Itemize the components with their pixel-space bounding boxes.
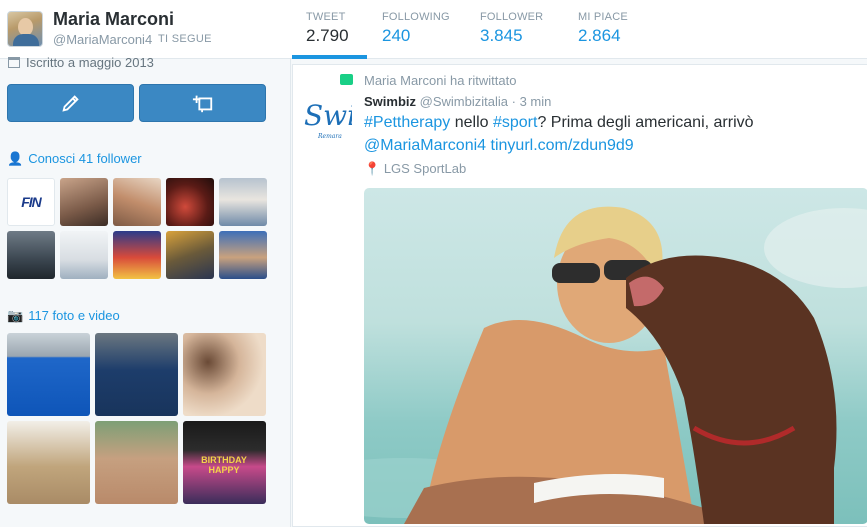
profile-name[interactable]: Maria Marconi bbox=[53, 9, 174, 30]
profile-actions bbox=[7, 84, 266, 122]
user-icon: 👤 bbox=[7, 151, 24, 166]
followers-you-know-link[interactable]: 👤 Conosci 41 follower bbox=[7, 151, 142, 167]
media-grid: BIRTHDAY HAPPY bbox=[7, 333, 266, 504]
stat-value: 2.790 bbox=[306, 26, 349, 45]
follower-thumb[interactable] bbox=[113, 178, 161, 226]
followers-you-know-title: Conosci 41 follower bbox=[28, 151, 142, 166]
follower-thumb[interactable] bbox=[166, 231, 214, 279]
stat-value: 3.845 bbox=[480, 26, 523, 45]
hashtag-link[interactable]: #sport bbox=[493, 114, 537, 131]
swimbiz-logo-text: Swi bbox=[304, 99, 352, 132]
retweet-icon bbox=[340, 74, 353, 85]
media-thumb[interactable] bbox=[95, 421, 178, 504]
tweet-separator: · bbox=[511, 94, 516, 109]
stat-following[interactable]: FOLLOWING 240 bbox=[382, 0, 467, 59]
direct-message-icon bbox=[192, 95, 212, 113]
stat-followers[interactable]: FOLLOWER 3.845 bbox=[480, 0, 565, 59]
profile-stats-nav: TWEET 2.790 FOLLOWING 240 FOLLOWER 3.845… bbox=[292, 0, 663, 59]
stat-label: FOLLOWER bbox=[480, 11, 544, 23]
mention-link[interactable]: @MariaMarconi4 bbox=[364, 137, 486, 154]
tweet-author-handle[interactable]: @Swimbizitalia bbox=[420, 94, 508, 109]
stat-label: TWEET bbox=[306, 11, 346, 23]
follows-you-badge: TI SEGUE bbox=[158, 33, 212, 45]
tweet-text-part: nello bbox=[450, 114, 493, 131]
tweet-location-text: LGS SportLab bbox=[383, 161, 467, 176]
follower-thumb[interactable] bbox=[113, 231, 161, 279]
photos-videos-title: 117 foto e video bbox=[28, 308, 120, 323]
swimbiz-logo-subtext: Remara bbox=[318, 133, 342, 140]
stat-label: MI PIACE bbox=[578, 11, 628, 23]
tweet-author-name[interactable]: Swimbiz bbox=[364, 94, 416, 109]
media-thumb[interactable] bbox=[7, 421, 90, 504]
stat-likes[interactable]: MI PIACE 2.864 bbox=[578, 0, 663, 59]
stat-tweets[interactable]: TWEET 2.790 bbox=[292, 0, 367, 59]
direct-message-button[interactable] bbox=[139, 84, 266, 122]
compose-tweet-button[interactable] bbox=[7, 84, 134, 122]
profile-screen-name[interactable]: @MariaMarconi4 bbox=[53, 32, 152, 47]
tweet-photo-illustration bbox=[364, 206, 867, 524]
calendar-icon bbox=[8, 57, 20, 68]
tweet-text: #Pettherapy nello #sport? Prima degli am… bbox=[364, 111, 859, 157]
tweet-author-avatar[interactable]: Swi Remara bbox=[304, 99, 352, 147]
follower-thumb[interactable] bbox=[219, 231, 267, 279]
stat-value: 240 bbox=[382, 26, 411, 45]
column-divider bbox=[290, 59, 291, 527]
follower-thumb[interactable] bbox=[60, 178, 108, 226]
follower-thumb[interactable] bbox=[219, 178, 267, 226]
follower-thumb[interactable]: FIN bbox=[7, 178, 55, 226]
profile-header: Maria Marconi @MariaMarconi4 TI SEGUE TW… bbox=[0, 0, 867, 59]
photos-videos-link[interactable]: 📷 117 foto e video bbox=[7, 308, 120, 324]
joined-text: Iscritto a maggio 2013 bbox=[26, 55, 154, 70]
tweet-photo[interactable] bbox=[364, 188, 867, 524]
camera-icon: 📷 bbox=[7, 308, 24, 323]
profile-avatar[interactable] bbox=[7, 11, 43, 47]
media-thumb[interactable] bbox=[7, 333, 90, 416]
tweet[interactable]: Maria Marconi ha ritwittato Swi Remara S… bbox=[292, 64, 867, 527]
tweet-location[interactable]: 📍 LGS SportLab bbox=[364, 161, 466, 177]
fin-logo: FIN bbox=[21, 194, 42, 210]
location-pin-icon: 📍 bbox=[364, 161, 381, 176]
joined-date: Iscritto a maggio 2013 bbox=[8, 55, 154, 70]
birthday-text: BIRTHDAY HAPPY bbox=[201, 455, 247, 475]
follower-thumb[interactable] bbox=[60, 231, 108, 279]
retweet-context[interactable]: Maria Marconi ha ritwittato bbox=[364, 73, 516, 88]
tweet-header: Swimbiz @Swimbizitalia · 3 min bbox=[364, 94, 551, 109]
followers-grid: FIN bbox=[7, 178, 267, 279]
stat-value: 2.864 bbox=[578, 26, 621, 45]
follower-thumb[interactable] bbox=[7, 231, 55, 279]
follower-thumb[interactable] bbox=[166, 178, 214, 226]
media-thumb[interactable]: BIRTHDAY HAPPY bbox=[183, 421, 266, 504]
hashtag-link[interactable]: #Pettherapy bbox=[364, 114, 450, 131]
compose-icon bbox=[61, 95, 79, 112]
media-thumb[interactable] bbox=[95, 333, 178, 416]
tweet-text-part: ? Prima degli americani, arrivò bbox=[537, 114, 754, 131]
stat-label: FOLLOWING bbox=[382, 11, 450, 23]
media-thumb[interactable] bbox=[183, 333, 266, 416]
url-link[interactable]: tinyurl.com/zdun9d9 bbox=[491, 137, 634, 154]
tweet-timestamp[interactable]: 3 min bbox=[520, 94, 552, 109]
